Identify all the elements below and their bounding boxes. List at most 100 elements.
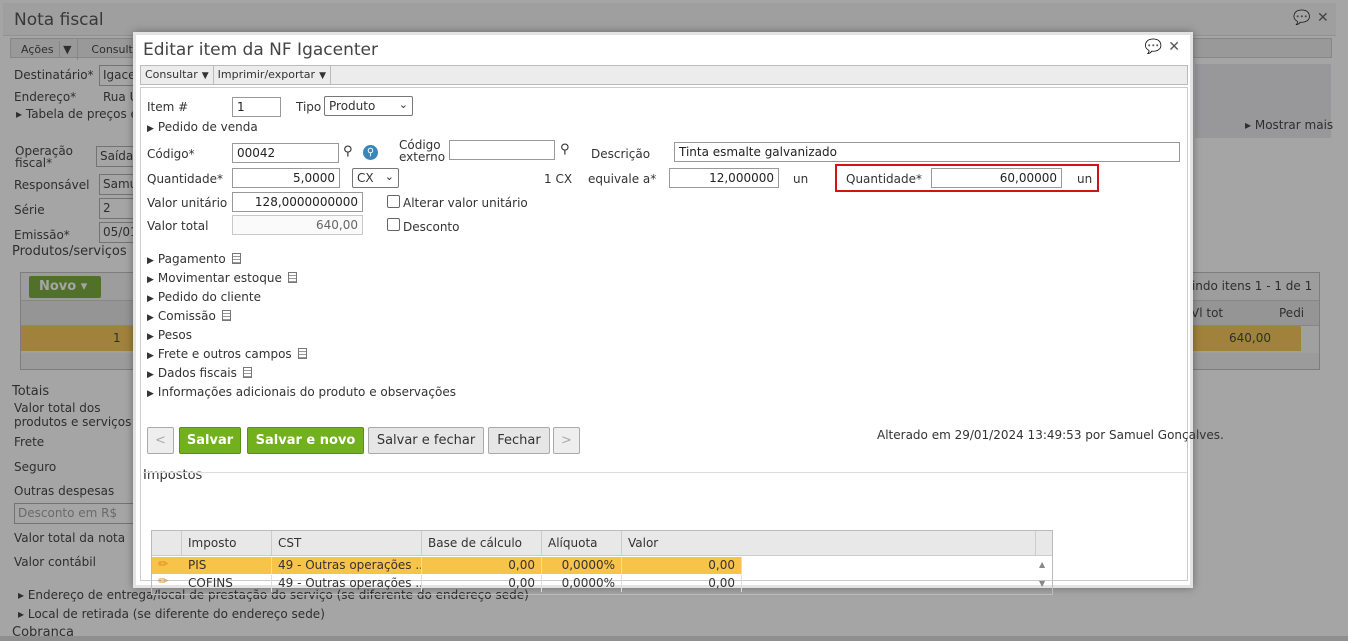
impostos-table: Imposto CST Base de cálculo Alíquota Val… xyxy=(151,530,1053,595)
section-toggle[interactable]: ▶ Movimentar estoque xyxy=(147,271,297,285)
save-and-new-button[interactable]: Salvar e novo xyxy=(247,427,364,454)
dialog-title: Editar item da NF Igacenter xyxy=(143,40,378,60)
tax-col-base: Base de cálculo xyxy=(422,531,542,556)
chevron-down-icon: ▼ xyxy=(319,71,326,81)
tax-row1-imposto: PIS xyxy=(182,557,272,574)
unidade-select[interactable]: CX ⌄ xyxy=(352,168,399,188)
valor-unitario-label: Valor unitário xyxy=(147,196,228,210)
comment-icon[interactable]: 💬 xyxy=(1145,39,1162,55)
tax-col-cst: CST xyxy=(272,531,422,556)
edit-item-dialog: Editar item da NF Igacenter 💬 ✕ Consultar… xyxy=(133,32,1224,595)
valor-total-label: Valor total xyxy=(147,219,209,233)
quantidade-un-input[interactable]: 60,00000 xyxy=(931,168,1062,188)
tax-row2-imposto: COFINS xyxy=(182,575,272,592)
section-label: Pagamento xyxy=(157,252,226,266)
lookup-icon[interactable]: ⚲ xyxy=(363,145,378,160)
tax-col-icon xyxy=(152,531,182,556)
section-label: Frete e outros campos xyxy=(157,347,292,361)
tax-row1-cst: 49 - Outras operações ... xyxy=(272,557,422,574)
valor-total-input: 640,00 xyxy=(232,215,363,235)
item-label: Item # xyxy=(147,100,189,114)
chevron-down-icon: ▼ xyxy=(201,71,209,81)
tax-col-imposto: Imposto xyxy=(182,531,272,556)
tipo-label: Tipo xyxy=(296,100,322,114)
caret-right-icon: ▶ xyxy=(147,389,154,399)
quantidade-un-label: Quantidade* xyxy=(846,172,923,186)
save-button[interactable]: Salvar xyxy=(179,427,241,454)
tax-col-valor: Valor xyxy=(622,531,1036,556)
chevron-down-icon: ⌄ xyxy=(398,98,408,111)
document-icon[interactable] xyxy=(231,253,241,264)
section-label: Dados fiscais xyxy=(157,366,237,380)
search-icon[interactable]: ⚲ xyxy=(343,144,353,159)
save-and-close-button[interactable]: Salvar e fechar xyxy=(368,427,484,454)
tax-row1-aliquota: 0,0000% xyxy=(542,557,622,574)
edit-pencil-icon[interactable]: ✏ xyxy=(158,574,168,588)
search-icon[interactable]: ⚲ xyxy=(560,142,570,157)
descricao-input[interactable]: Tinta esmalte galvanizado xyxy=(674,142,1180,162)
scroll-up-icon[interactable]: ▲ xyxy=(1039,560,1045,569)
caret-right-icon: ▶ xyxy=(147,370,154,380)
tax-row2-base: 0,00 xyxy=(422,575,542,592)
section-toggle[interactable]: ▶ Frete e outros campos xyxy=(147,347,307,361)
tax-col-aliquota: Alíquota xyxy=(542,531,622,556)
codigo-label: Código* xyxy=(147,147,195,161)
item-input[interactable]: 1 xyxy=(232,97,281,117)
document-icon[interactable] xyxy=(221,310,231,321)
altered-info: Alterado em 29/01/2024 13:49:53 por Samu… xyxy=(877,428,1224,442)
quantidade-un-unit: un xyxy=(1077,172,1093,186)
menu-consultar[interactable]: Consultar ▼ xyxy=(141,66,214,84)
section-toggle[interactable]: ▶ Pedido do cliente xyxy=(147,290,261,304)
section-label: Informações adicionais do produto e obse… xyxy=(157,385,456,399)
equivale-input[interactable]: 12,000000 xyxy=(669,168,779,188)
tipo-select[interactable]: Produto ⌄ xyxy=(324,96,413,116)
caret-right-icon: ▶ xyxy=(147,256,154,266)
pedido-venda-toggle[interactable]: ▶ Pedido de venda xyxy=(147,120,258,134)
close-button[interactable]: Fechar xyxy=(488,427,550,454)
impostos-divider xyxy=(143,472,1187,473)
scroll-down-icon[interactable]: ▼ xyxy=(1039,579,1045,588)
codigo-externo-label: Código externo xyxy=(399,138,446,164)
alterar-valor-checkbox[interactable] xyxy=(387,195,400,208)
dialog-menubar: Consultar ▼ Imprimir/exportar ▼ xyxy=(140,65,1188,85)
alterar-valor-label: Alterar valor unitário xyxy=(403,196,528,210)
document-icon[interactable] xyxy=(297,348,307,359)
tax-col-scroll xyxy=(1036,531,1052,556)
caret-right-icon: ▶ xyxy=(147,275,154,285)
tax-row1-valor: 0,00 xyxy=(622,557,742,574)
desconto-label: Desconto xyxy=(403,220,460,234)
descricao-label: Descrição xyxy=(591,147,651,161)
dialog-body: Item # 1 Tipo Produto ⌄ ▶ Pedido de venda … xyxy=(140,87,1224,595)
section-label: Comissão xyxy=(157,309,216,323)
section-toggle[interactable]: ▶ Informações adicionais do produto e obs… xyxy=(147,385,456,399)
section-toggle[interactable]: ▶ Pagamento xyxy=(147,252,241,266)
caret-right-icon: ▶ xyxy=(147,124,154,134)
edit-pencil-icon[interactable]: ✏ xyxy=(158,557,168,571)
document-icon[interactable] xyxy=(242,367,252,378)
desconto-checkbox[interactable] xyxy=(387,218,400,231)
section-label: Movimentar estoque xyxy=(157,271,282,285)
dialog-title-icons: 💬 ✕ xyxy=(1139,39,1180,55)
tax-row2-cst: 49 - Outras operações ... xyxy=(272,575,422,592)
caret-right-icon: ▶ xyxy=(147,313,154,323)
section-toggle[interactable]: ▶ Comissão xyxy=(147,309,231,323)
next-button[interactable]: > xyxy=(553,427,580,454)
chevron-down-icon: ⌄ xyxy=(384,170,394,183)
codigo-externo-input[interactable] xyxy=(449,140,555,160)
close-icon[interactable]: ✕ xyxy=(1168,39,1180,55)
tax-row1-base: 0,00 xyxy=(422,557,542,574)
equivale-unit: un xyxy=(793,172,809,186)
quantidade-input[interactable]: 5,0000 xyxy=(232,168,340,188)
section-toggle[interactable]: ▶ Pesos xyxy=(147,328,192,342)
valor-unitario-input[interactable]: 128,0000000000 xyxy=(232,192,363,212)
menu-imprimir-exportar[interactable]: Imprimir/exportar ▼ xyxy=(214,66,331,84)
codigo-input[interactable]: 00042 xyxy=(232,143,339,163)
quantidade-label: Quantidade* xyxy=(147,172,224,186)
tax-row2-aliquota: 0,0000% xyxy=(542,575,622,592)
section-toggle[interactable]: ▶ Dados fiscais xyxy=(147,366,252,380)
document-icon[interactable] xyxy=(287,272,297,283)
caret-right-icon: ▶ xyxy=(147,351,154,361)
previous-button[interactable]: < xyxy=(147,427,174,454)
equivale-label: equivale a* xyxy=(588,172,657,186)
section-label: Pedido do cliente xyxy=(157,290,261,304)
